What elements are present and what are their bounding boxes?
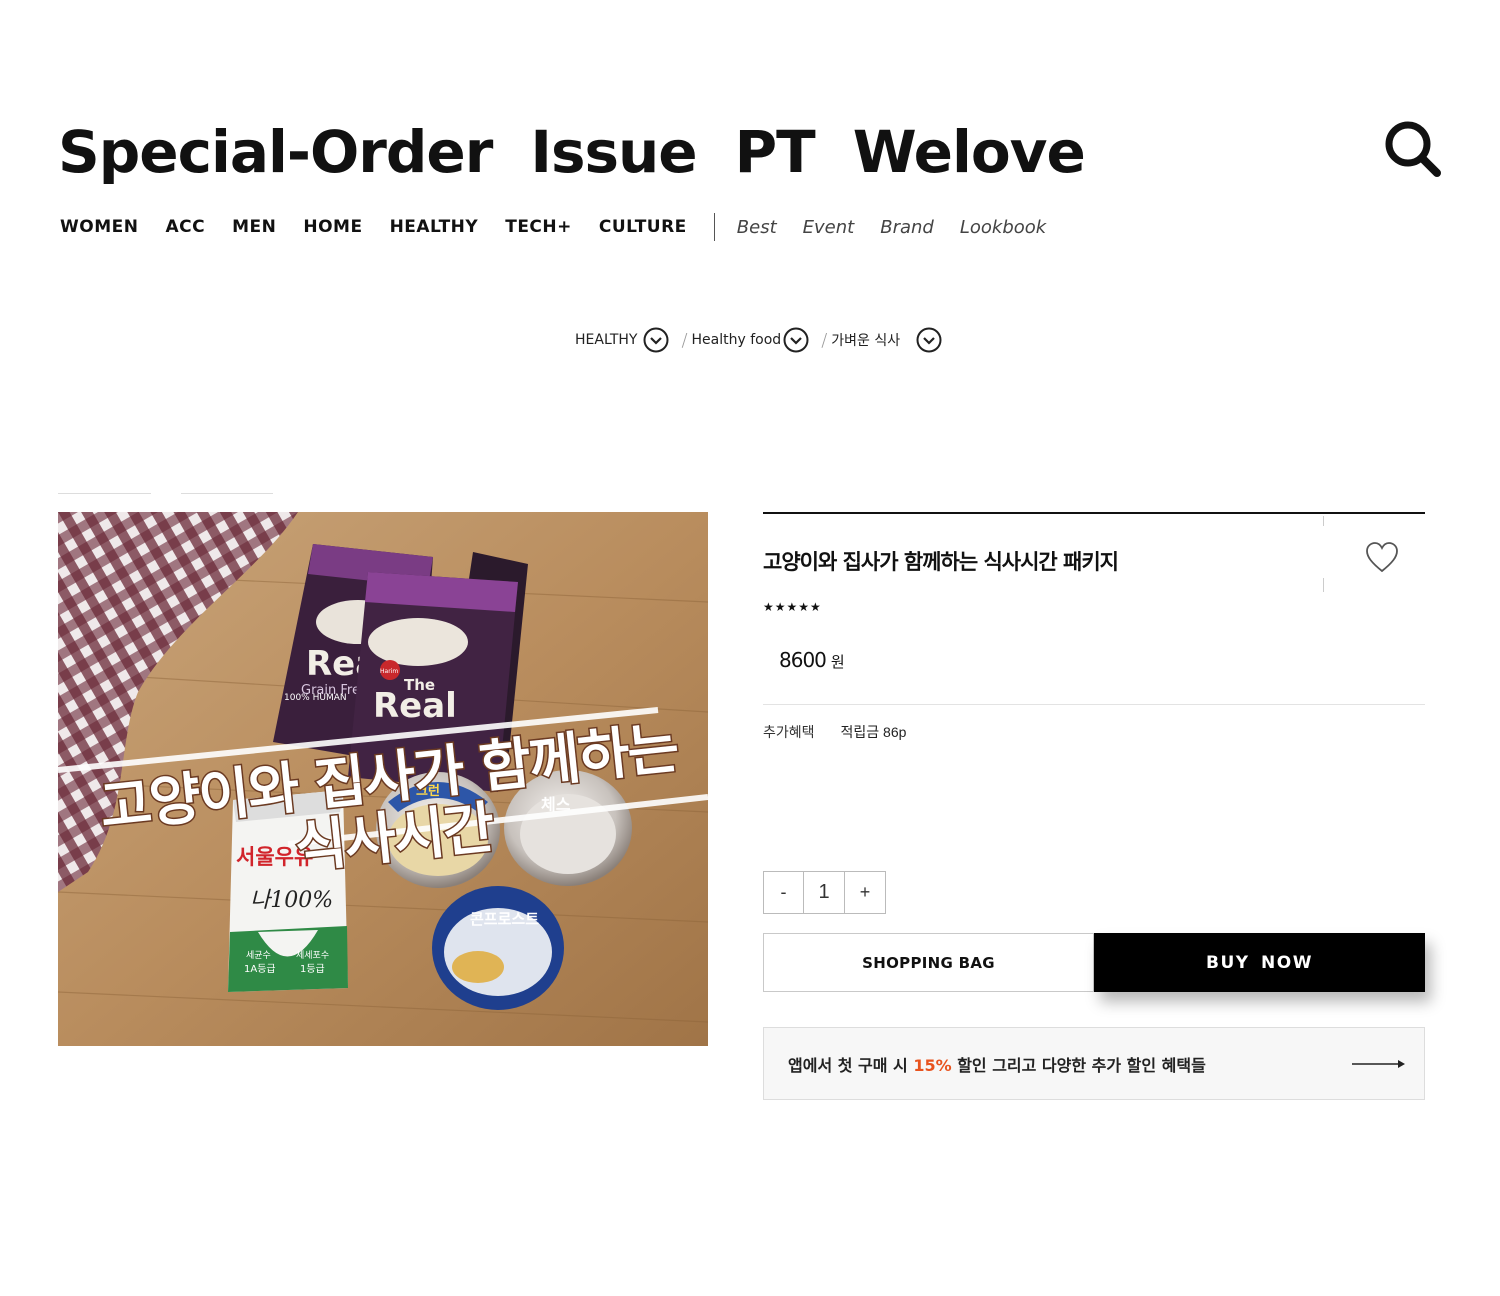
rating-stars: ★★★★★ [763,600,822,614]
title-word: Welove [852,118,1086,186]
chevron-down-icon[interactable] [916,327,942,353]
buy-now-button[interactable]: BUY NOW [1094,933,1425,992]
quantity-stepper: - 1 + [763,871,886,914]
benefit-value: 적립금 86p [840,724,907,740]
nav-divider [713,213,715,241]
benefit-row: 추가혜택 적립금 86p [763,722,906,742]
pouch-note: 100% HUMAN [284,693,347,703]
product-name: 고양이와 집사가 함께하는 식사시간 패키지 [763,550,1119,574]
benefit-label: 추가혜택 [763,724,815,740]
breadcrumb-item[interactable]: 가벼운 식사 [831,330,900,350]
promo-text: 앱에서 첫 구매 시 15% 할인 그리고 다양한 추가 할인 혜택들 [788,1052,1206,1076]
milk-grade: 체세포수 [296,950,329,961]
breadcrumb-item[interactable]: Healthy food [692,332,782,348]
quantity-decrease-button[interactable]: - [764,872,804,913]
bowl-label: 콘프로스트 [470,910,539,928]
promo-suffix: 할인 그리고 다양한 추가 할인 혜택들 [951,1055,1206,1075]
breadcrumb: HEALTHY / Healthy food / 가벼운 식사 [575,325,942,355]
chevron-down-icon[interactable] [643,327,669,353]
site-title: Special-Order Issue PT Welove [58,112,1086,192]
nav-item-healthy[interactable]: HEALTHY [390,217,479,237]
nav-item-women[interactable]: WOMEN [60,217,138,237]
search-button[interactable] [1382,118,1442,178]
nav-item-best[interactable]: Best [737,217,777,238]
promo-highlight: 15% [913,1055,952,1075]
nav-item-lookbook[interactable]: Lookbook [960,217,1046,238]
wishlist-button[interactable] [1364,540,1400,574]
image-pagination [58,493,273,495]
milk-grade: 1등급 [300,963,325,975]
heart-icon [1366,542,1398,573]
search-icon [1385,121,1441,177]
product-photo: Real Grain Free 100% HUMAN Harim The Rea… [58,512,708,1046]
price: 8600 원 [779,648,845,672]
title-word: PT [734,118,816,186]
nav-item-brand[interactable]: Brand [880,217,934,238]
info-top-rule [763,512,1425,514]
quantity-increase-button[interactable]: + [845,872,885,913]
main-nav: WOMEN ACC MEN HOME HEALTHY TECH+ CULTURE… [60,212,1072,242]
nav-item-acc[interactable]: ACC [165,217,205,237]
pouch-word: Real [373,686,457,726]
breadcrumb-separator: / [821,329,828,351]
shopping-bag-button[interactable]: SHOPPING BAG [763,933,1094,992]
breadcrumb-separator: / [681,329,688,351]
milk-grade: 세균수 [246,950,271,961]
breadcrumb-item[interactable]: HEALTHY [575,332,637,348]
pouch-brand: Harim [380,668,398,675]
nav-item-event[interactable]: Event [803,217,855,238]
milk-text: 나100% [250,888,333,913]
nav-item-culture[interactable]: CULTURE [599,217,687,237]
milk-grade: 1A등급 [244,963,276,975]
price-amount: 8600 [779,648,827,672]
chevron-down-icon[interactable] [783,327,809,353]
pagination-line[interactable] [180,493,273,494]
nav-item-men[interactable]: MEN [232,217,276,237]
arrow-right-icon [1352,1060,1405,1068]
nav-item-home[interactable]: HOME [303,217,362,237]
divider-tick [1323,578,1324,592]
pagination-line[interactable] [58,493,151,494]
app-promo-banner[interactable]: 앱에서 첫 구매 시 15% 할인 그리고 다양한 추가 할인 혜택들 [763,1027,1425,1100]
title-word: Issue [530,118,697,186]
promo-prefix: 앱에서 첫 구매 시 [788,1055,914,1075]
info-divider [763,704,1425,705]
product-image: Real Grain Free 100% HUMAN Harim The Rea… [58,512,708,1046]
divider-tick [1323,516,1324,526]
title-word: Special-Order [58,118,493,186]
quantity-input[interactable]: 1 [804,872,845,913]
price-currency: 원 [830,654,845,671]
nav-item-tech[interactable]: TECH+ [505,217,572,237]
